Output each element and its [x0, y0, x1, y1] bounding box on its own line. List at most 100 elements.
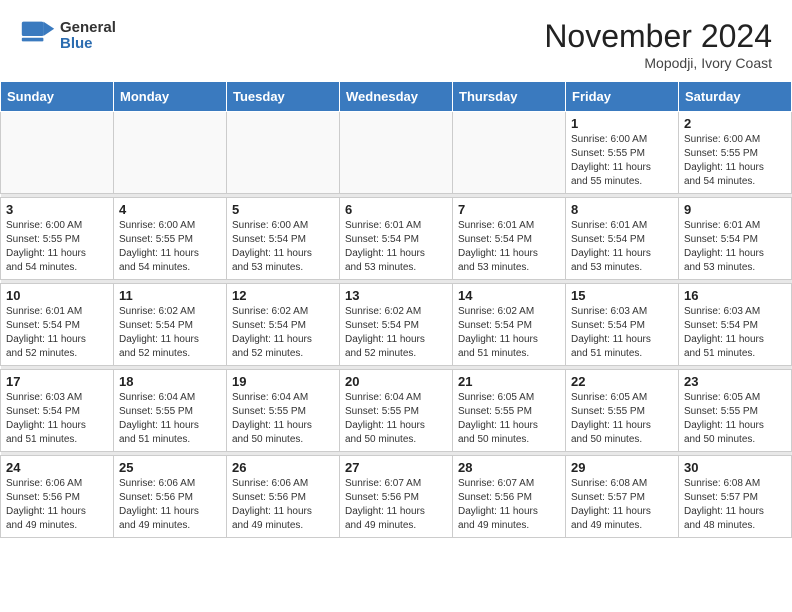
calendar-day: 2 Sunrise: 6:00 AM Sunset: 5:55 PM Daylig… [679, 112, 792, 194]
calendar-header-friday: Friday [566, 82, 679, 112]
day-number: 18 [119, 374, 221, 389]
calendar-header-sunday: Sunday [1, 82, 114, 112]
calendar-header-thursday: Thursday [453, 82, 566, 112]
logo-icon [20, 18, 56, 54]
calendar-header-saturday: Saturday [679, 82, 792, 112]
day-number: 20 [345, 374, 447, 389]
day-info: Sunrise: 6:06 AM Sunset: 5:56 PM Dayligh… [232, 477, 334, 533]
calendar-day: 19Sunrise: 6:04 AM Sunset: 5:55 PM Dayli… [227, 370, 340, 452]
calendar-day: 14 Sunrise: 6:02 AM Sunset: 5:54 PM Dayli… [453, 284, 566, 366]
day-info: Sunrise: 6:01 AM Sunset: 5:54 PM Dayligh… [6, 305, 108, 361]
calendar-day: 29 Sunrise: 6:08 AM Sunset: 5:57 PM Dayli… [566, 456, 679, 538]
day-info: Sunrise: 6:02 AM Sunset: 5:54 PM Dayligh… [232, 305, 334, 361]
calendar-week-row: 1 Sunrise: 6:00 AM Sunset: 5:55 PM Daylig… [1, 112, 792, 194]
day-number: 28 [458, 460, 560, 475]
day-info: Sunrise: 6:00 AM Sunset: 5:55 PM Dayligh… [571, 133, 673, 189]
day-info: Sunrise: 6:03 AM Sunset: 5:54 PM Dayligh… [6, 391, 108, 447]
calendar-table: SundayMondayTuesdayWednesdayThursdayFrid… [0, 81, 792, 538]
calendar-day: 15Sunrise: 6:03 AM Sunset: 5:54 PM Dayli… [566, 284, 679, 366]
calendar-day: 22Sunrise: 6:05 AM Sunset: 5:55 PM Dayli… [566, 370, 679, 452]
day-number: 29 [571, 460, 673, 475]
day-number: 1 [571, 116, 673, 131]
day-info: Sunrise: 6:01 AM Sunset: 5:54 PM Dayligh… [684, 219, 786, 275]
calendar-day: 7 Sunrise: 6:01 AM Sunset: 5:54 PM Daylig… [453, 198, 566, 280]
calendar-day: 16Sunrise: 6:03 AM Sunset: 5:54 PM Dayli… [679, 284, 792, 366]
day-number: 17 [6, 374, 108, 389]
calendar-week-row: 17 Sunrise: 6:03 AM Sunset: 5:54 PM Dayli… [1, 370, 792, 452]
day-info: Sunrise: 6:01 AM Sunset: 5:54 PM Dayligh… [458, 219, 560, 275]
day-info: Sunrise: 6:00 AM Sunset: 5:55 PM Dayligh… [119, 219, 221, 275]
calendar-day: 25Sunrise: 6:06 AM Sunset: 5:56 PM Dayli… [114, 456, 227, 538]
day-number: 4 [119, 202, 221, 217]
title-block: November 2024 Mopodji, Ivory Coast [544, 18, 772, 71]
day-number: 23 [684, 374, 786, 389]
calendar-day: 10 Sunrise: 6:01 AM Sunset: 5:54 PM Dayli… [1, 284, 114, 366]
calendar-day: 5 Sunrise: 6:00 AM Sunset: 5:54 PM Daylig… [227, 198, 340, 280]
logo-general: General [60, 20, 116, 37]
day-info: Sunrise: 6:01 AM Sunset: 5:54 PM Dayligh… [345, 219, 447, 275]
day-info: Sunrise: 6:03 AM Sunset: 5:54 PM Dayligh… [684, 305, 786, 361]
calendar-day: 23 Sunrise: 6:05 AM Sunset: 5:55 PM Dayli… [679, 370, 792, 452]
calendar-day [1, 112, 114, 194]
logo: General Blue [20, 18, 116, 54]
day-info: Sunrise: 6:04 AM Sunset: 5:55 PM Dayligh… [119, 391, 221, 447]
day-number: 12 [232, 288, 334, 303]
calendar-header-tuesday: Tuesday [227, 82, 340, 112]
calendar-week-row: 24 Sunrise: 6:06 AM Sunset: 5:56 PM Dayli… [1, 456, 792, 538]
day-info: Sunrise: 6:04 AM Sunset: 5:55 PM Dayligh… [345, 391, 447, 447]
calendar-day: 4 Sunrise: 6:00 AM Sunset: 5:55 PM Daylig… [114, 198, 227, 280]
day-number: 2 [684, 116, 786, 131]
calendar-day [227, 112, 340, 194]
day-info: Sunrise: 6:08 AM Sunset: 5:57 PM Dayligh… [684, 477, 786, 533]
day-info: Sunrise: 6:00 AM Sunset: 5:55 PM Dayligh… [6, 219, 108, 275]
day-number: 11 [119, 288, 221, 303]
day-number: 24 [6, 460, 108, 475]
calendar-day: 1 Sunrise: 6:00 AM Sunset: 5:55 PM Daylig… [566, 112, 679, 194]
calendar-day: 28 Sunrise: 6:07 AM Sunset: 5:56 PM Dayli… [453, 456, 566, 538]
day-info: Sunrise: 6:02 AM Sunset: 5:54 PM Dayligh… [458, 305, 560, 361]
location: Mopodji, Ivory Coast [544, 55, 772, 71]
day-info: Sunrise: 6:00 AM Sunset: 5:55 PM Dayligh… [684, 133, 786, 189]
calendar-day: 30 Sunrise: 6:08 AM Sunset: 5:57 PM Dayli… [679, 456, 792, 538]
calendar-day: 26Sunrise: 6:06 AM Sunset: 5:56 PM Dayli… [227, 456, 340, 538]
day-number: 7 [458, 202, 560, 217]
calendar-day: 9Sunrise: 6:01 AM Sunset: 5:54 PM Daylig… [679, 198, 792, 280]
logo-text: General Blue [60, 20, 116, 53]
day-number: 27 [345, 460, 447, 475]
day-info: Sunrise: 6:07 AM Sunset: 5:56 PM Dayligh… [345, 477, 447, 533]
calendar-day: 17 Sunrise: 6:03 AM Sunset: 5:54 PM Dayli… [1, 370, 114, 452]
day-info: Sunrise: 6:02 AM Sunset: 5:54 PM Dayligh… [119, 305, 221, 361]
day-number: 14 [458, 288, 560, 303]
logo-blue: Blue [60, 36, 116, 53]
day-info: Sunrise: 6:01 AM Sunset: 5:54 PM Dayligh… [571, 219, 673, 275]
day-info: Sunrise: 6:08 AM Sunset: 5:57 PM Dayligh… [571, 477, 673, 533]
day-info: Sunrise: 6:06 AM Sunset: 5:56 PM Dayligh… [6, 477, 108, 533]
calendar-week-row: 10 Sunrise: 6:01 AM Sunset: 5:54 PM Dayli… [1, 284, 792, 366]
day-info: Sunrise: 6:07 AM Sunset: 5:56 PM Dayligh… [458, 477, 560, 533]
day-number: 30 [684, 460, 786, 475]
calendar-week-row: 3 Sunrise: 6:00 AM Sunset: 5:55 PM Daylig… [1, 198, 792, 280]
calendar-day: 24 Sunrise: 6:06 AM Sunset: 5:56 PM Dayli… [1, 456, 114, 538]
calendar-day [114, 112, 227, 194]
calendar-day: 18 Sunrise: 6:04 AM Sunset: 5:55 PM Dayli… [114, 370, 227, 452]
day-number: 5 [232, 202, 334, 217]
day-number: 3 [6, 202, 108, 217]
day-info: Sunrise: 6:05 AM Sunset: 5:55 PM Dayligh… [684, 391, 786, 447]
header: General Blue November 2024 Mopodji, Ivor… [0, 0, 792, 81]
calendar-day: 13 Sunrise: 6:02 AM Sunset: 5:54 PM Dayli… [340, 284, 453, 366]
calendar-header-wednesday: Wednesday [340, 82, 453, 112]
calendar-day: 6Sunrise: 6:01 AM Sunset: 5:54 PM Daylig… [340, 198, 453, 280]
day-info: Sunrise: 6:00 AM Sunset: 5:54 PM Dayligh… [232, 219, 334, 275]
day-info: Sunrise: 6:02 AM Sunset: 5:54 PM Dayligh… [345, 305, 447, 361]
calendar-day: 11 Sunrise: 6:02 AM Sunset: 5:54 PM Dayli… [114, 284, 227, 366]
calendar-day: 8Sunrise: 6:01 AM Sunset: 5:54 PM Daylig… [566, 198, 679, 280]
month-title: November 2024 [544, 18, 772, 55]
day-number: 10 [6, 288, 108, 303]
day-number: 13 [345, 288, 447, 303]
day-number: 21 [458, 374, 560, 389]
day-number: 19 [232, 374, 334, 389]
day-info: Sunrise: 6:03 AM Sunset: 5:54 PM Dayligh… [571, 305, 673, 361]
calendar-day [453, 112, 566, 194]
calendar-day: 21Sunrise: 6:05 AM Sunset: 5:55 PM Dayli… [453, 370, 566, 452]
day-info: Sunrise: 6:06 AM Sunset: 5:56 PM Dayligh… [119, 477, 221, 533]
